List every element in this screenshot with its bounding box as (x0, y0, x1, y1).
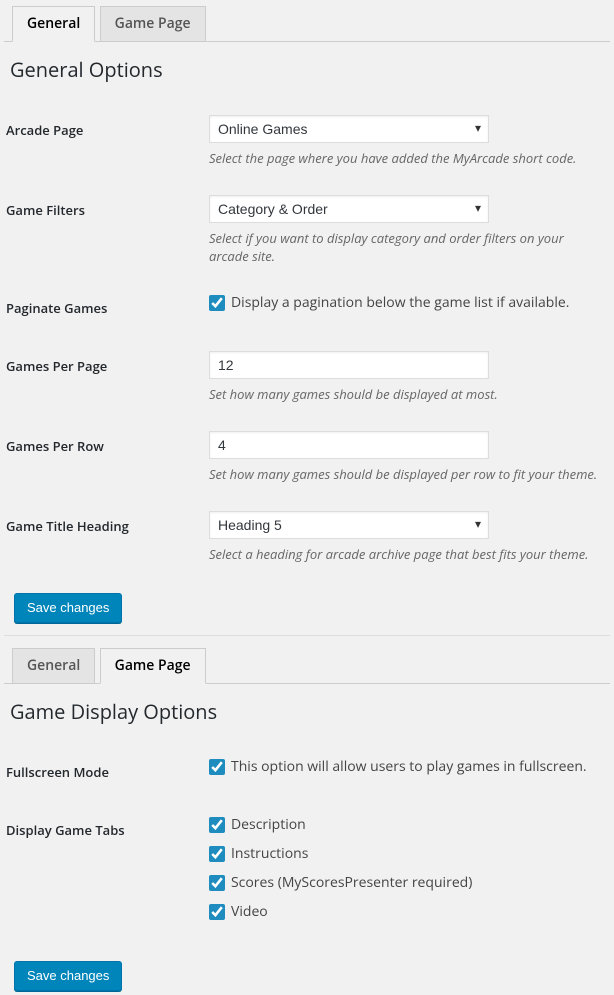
fullscreen-mode-checkbox[interactable] (209, 759, 225, 775)
display-tab-description-text: Description (231, 815, 306, 834)
panel-game-page: General Game Page Game Display Options F… (0, 636, 614, 995)
tab-general[interactable]: General (12, 6, 95, 42)
label-game-title-heading: Game Title Heading (4, 497, 209, 577)
display-tab-scores-checkbox[interactable] (209, 875, 225, 891)
display-tab-scores-text: Scores (MyScoresPresenter required) (231, 873, 472, 892)
desc-arcade-page: Select the page where you have added the… (209, 149, 600, 167)
label-paginate-games: Paginate Games (4, 279, 209, 337)
arcade-page-select[interactable]: Online Games (209, 115, 489, 143)
tab-game-page-2[interactable]: Game Page (100, 648, 206, 684)
display-tab-video-checkbox[interactable] (209, 904, 225, 920)
display-tab-description-checkbox[interactable] (209, 817, 225, 833)
desc-games-per-row: Set how many games should be displayed p… (209, 465, 600, 483)
game-display-form: Fullscreen Mode This option will allow u… (4, 743, 610, 945)
game-filters-select[interactable]: Category & Order (209, 195, 489, 223)
games-per-page-input[interactable] (209, 351, 489, 379)
game-title-heading-select[interactable]: Heading 5 (209, 511, 489, 539)
games-per-row-input[interactable] (209, 431, 489, 459)
save-button-game-page[interactable]: Save changes (14, 961, 122, 991)
display-tab-instructions-text: Instructions (231, 844, 308, 863)
desc-games-per-page: Set how many games should be displayed a… (209, 385, 600, 403)
paginate-games-text: Display a pagination below the game list… (231, 293, 569, 312)
general-options-form: Arcade Page Online Games Select the page… (4, 101, 610, 577)
save-button-general[interactable]: Save changes (14, 593, 122, 623)
desc-game-title-heading: Select a heading for arcade archive page… (209, 545, 600, 563)
panel-general: General Game Page General Options Arcade… (0, 0, 614, 636)
tabs-bottom: General Game Page (4, 642, 610, 684)
display-tab-video-text: Video (231, 902, 268, 921)
section-title-general-options: General Options (10, 56, 610, 83)
fullscreen-mode-text: This option will allow users to play gam… (231, 757, 587, 776)
display-tab-instructions-checkbox[interactable] (209, 846, 225, 862)
label-games-per-page: Games Per Page (4, 337, 209, 417)
paginate-games-checkbox[interactable] (209, 295, 225, 311)
tab-game-page[interactable]: Game Page (100, 6, 206, 41)
tab-general-2[interactable]: General (12, 648, 95, 683)
tabs-top: General Game Page (4, 0, 610, 42)
label-display-game-tabs: Display Game Tabs (4, 801, 209, 945)
label-game-filters: Game Filters (4, 181, 209, 279)
label-fullscreen-mode: Fullscreen Mode (4, 743, 209, 801)
desc-game-filters: Select if you want to display category a… (209, 229, 600, 265)
section-title-game-display-options: Game Display Options (10, 698, 610, 725)
label-games-per-row: Games Per Row (4, 417, 209, 497)
label-arcade-page: Arcade Page (4, 101, 209, 181)
